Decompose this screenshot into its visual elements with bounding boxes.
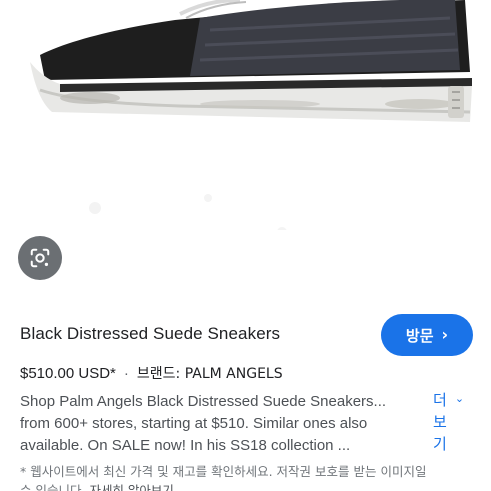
disclaimer: * 웹사이트에서 최신 가격 및 재고를 확인하세요. 저작권 보호를 받는 이…	[20, 462, 470, 491]
disclaimer-text: 수 있습니다.	[20, 483, 86, 491]
learn-more-link[interactable]: 자세히 알아보기	[89, 483, 173, 491]
description-line: available. On SALE now! In his SS18 coll…	[20, 437, 351, 454]
show-more-label: 보	[433, 413, 447, 431]
separator: ·	[123, 364, 129, 382]
chevron-right-icon: ›	[441, 325, 449, 344]
sneaker-image	[30, 0, 472, 230]
chevron-down-icon: ⌄	[454, 392, 465, 405]
shopping-result-panel: Black Distressed Suede Sneakers 방문 › $51…	[0, 0, 491, 491]
brand: 브랜드: PALM ANGELS	[136, 366, 283, 382]
disclaimer-line: * 웹사이트에서 최신 가격 및 재고를 확인하세요. 저작권 보호를 받는 이…	[20, 464, 427, 479]
show-more-label: 기	[433, 435, 447, 453]
show-more-button[interactable]: 더 ⌄ 보 기	[433, 389, 473, 455]
show-more-label: 더	[433, 391, 447, 409]
description-line: Shop Palm Angels Black Distressed Suede …	[20, 393, 387, 410]
visit-button[interactable]: 방문 ›	[381, 314, 473, 356]
google-lens-icon	[29, 247, 51, 269]
product-description: Shop Palm Angels Black Distressed Suede …	[20, 391, 425, 457]
visit-button-label: 방문	[405, 326, 434, 345]
price: $510.00 USD*	[20, 364, 116, 382]
product-title[interactable]: Black Distressed Suede Sneakers	[20, 324, 280, 344]
description-line: from 600+ stores, starting at $510. Simi…	[20, 415, 368, 432]
google-lens-button[interactable]	[18, 236, 62, 280]
product-image[interactable]	[0, 0, 491, 230]
price-brand-row: $510.00 USD* · 브랜드: PALM ANGELS	[20, 363, 283, 383]
disclaimer-line: 수 있습니다. 자세히 알아보기	[20, 481, 470, 491]
